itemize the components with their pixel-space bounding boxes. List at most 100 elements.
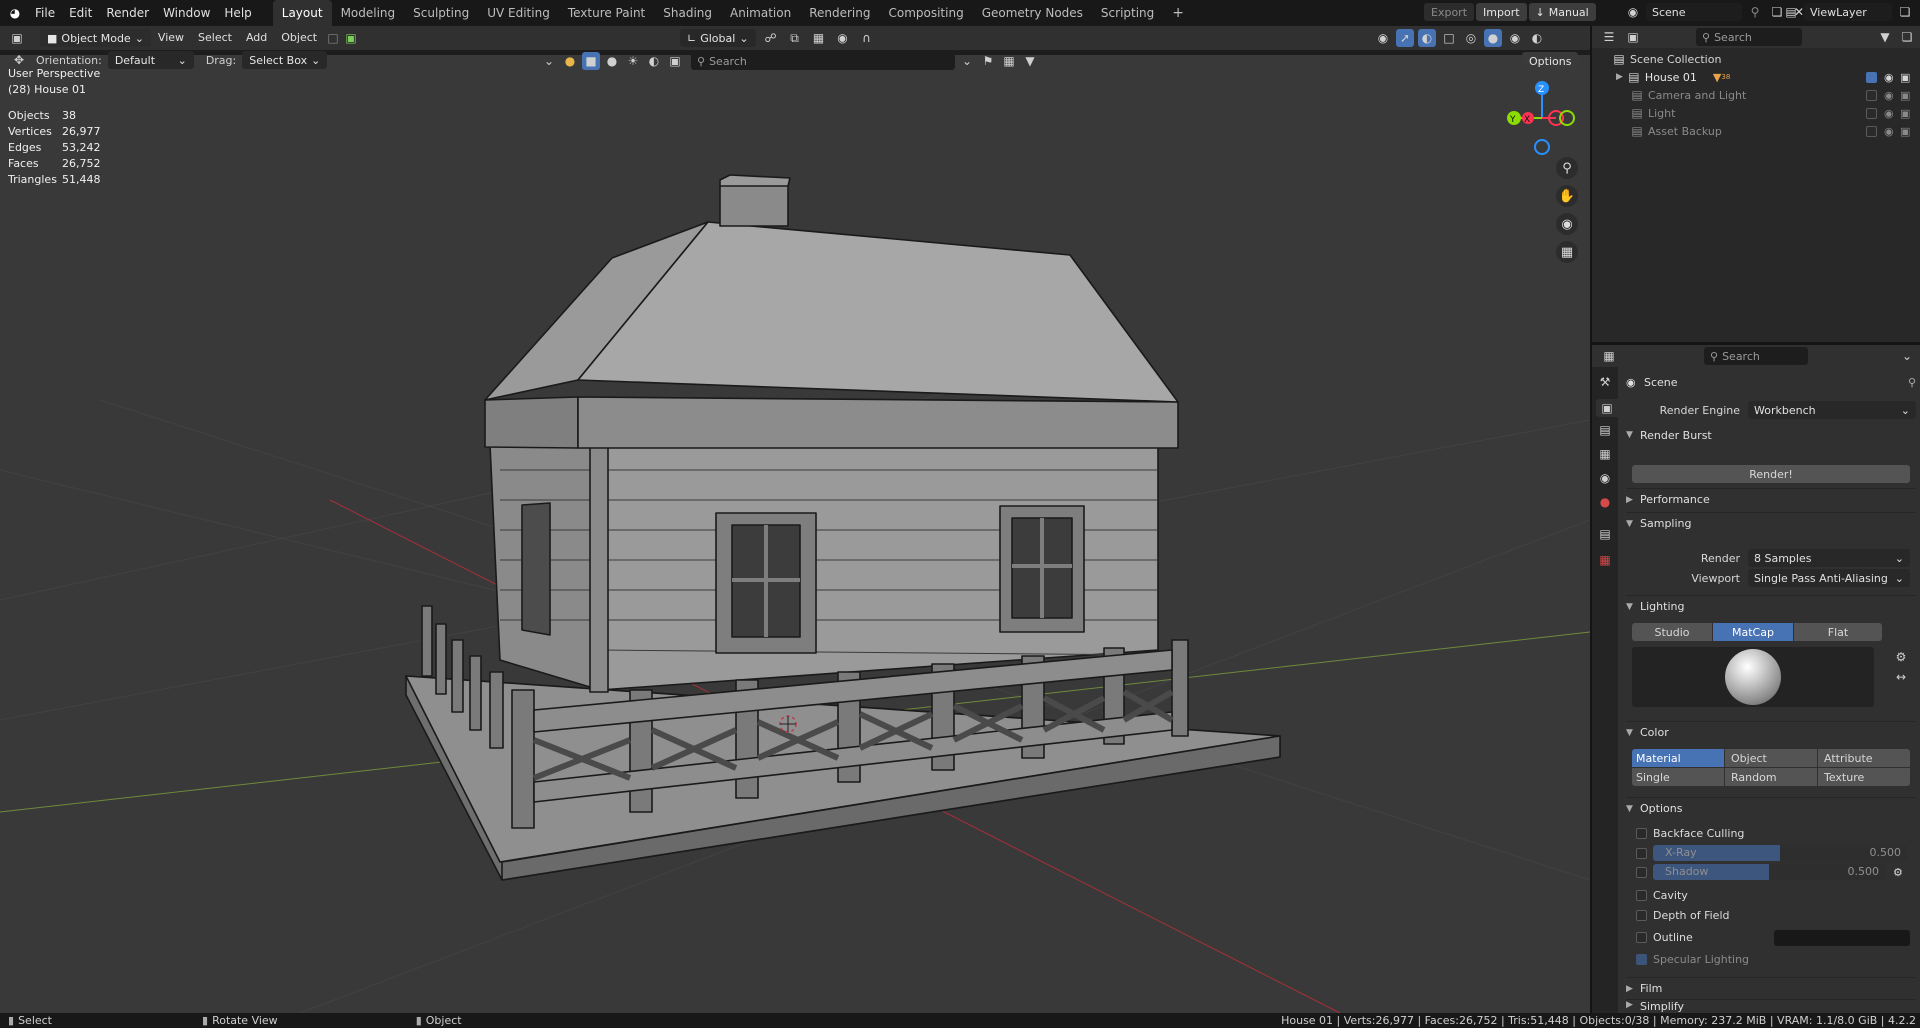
- sampling-render-dropdown[interactable]: 8 Samples ⌄: [1748, 549, 1910, 567]
- tab-sculpting[interactable]: Sculpting: [404, 0, 478, 26]
- falloff-icon[interactable]: ∩: [858, 29, 876, 47]
- overlay-icon[interactable]: ◐: [1418, 29, 1436, 47]
- eye-icon[interactable]: ◉: [1884, 125, 1894, 138]
- move-tool-icon[interactable]: ✥: [10, 51, 28, 69]
- scene-tab-icon[interactable]: ◉: [1596, 469, 1614, 487]
- pivot-icon[interactable]: ☍: [762, 29, 780, 47]
- menu-add[interactable]: Add: [239, 25, 274, 51]
- shadow-checkbox[interactable]: [1636, 866, 1647, 878]
- rendered-shading-icon[interactable]: ◐: [1528, 29, 1546, 47]
- sphere-filter-icon[interactable]: ●: [603, 52, 621, 70]
- camera-icon[interactable]: ▣: [1900, 125, 1910, 138]
- tab-texture-paint[interactable]: Texture Paint: [559, 0, 654, 26]
- color-object-button[interactable]: Object: [1725, 749, 1817, 767]
- specular-checkbox[interactable]: [1636, 953, 1647, 965]
- eye-icon[interactable]: ◉: [1884, 71, 1894, 84]
- bookmark-icon[interactable]: ⚑: [979, 52, 997, 70]
- lighting-flat-button[interactable]: Flat: [1794, 623, 1882, 641]
- depth-of-field-option[interactable]: Depth of Field: [1636, 906, 1730, 924]
- snap-mode-icon[interactable]: ▣: [342, 29, 360, 47]
- chevron-down-icon[interactable]: ⌄: [958, 52, 976, 70]
- solid-shading-icon[interactable]: ●: [1484, 29, 1502, 47]
- camera-icon[interactable]: ▣: [1900, 107, 1910, 120]
- add-workspace-button[interactable]: +: [1163, 0, 1193, 26]
- grid-view-icon[interactable]: ▦: [1556, 241, 1578, 263]
- color-random-button[interactable]: Random: [1725, 768, 1817, 786]
- tab-scripting[interactable]: Scripting: [1092, 0, 1163, 26]
- selection-mode-icon[interactable]: □: [324, 29, 342, 47]
- shadow-slider[interactable]: Shadow 0.500: [1653, 864, 1885, 880]
- outliner-row-light[interactable]: ▤ Light ◉ ▣: [1592, 104, 1920, 122]
- outliner-row-asset-backup[interactable]: ▤ Asset Backup ◉ ▣: [1592, 122, 1920, 140]
- menu-object[interactable]: Object: [274, 25, 324, 51]
- panel-color[interactable]: ▼ Color: [1626, 721, 1916, 743]
- scene-collection-row[interactable]: ▤ Scene Collection: [1592, 50, 1920, 68]
- collection-tab-icon[interactable]: ▤: [1596, 525, 1614, 543]
- backface-culling-option[interactable]: Backface Culling: [1636, 824, 1744, 842]
- color-attribute-button[interactable]: Attribute: [1818, 749, 1910, 767]
- depth-of-field-checkbox[interactable]: [1636, 909, 1647, 921]
- outliner-row-camera-light[interactable]: ▤ Camera and Light ◉ ▣: [1592, 86, 1920, 104]
- outliner-row-house[interactable]: ▶ ▤ House 01 ▼ 38 ◉ ▣: [1592, 68, 1920, 86]
- zoom-icon[interactable]: ⚲: [1556, 157, 1578, 179]
- exclude-checkbox[interactable]: [1866, 71, 1877, 83]
- layout-icon[interactable]: ▦: [1000, 52, 1018, 70]
- exclude-checkbox[interactable]: [1866, 125, 1877, 137]
- drag-dropdown[interactable]: Select Box ⌄: [242, 51, 328, 69]
- tab-layout[interactable]: Layout: [272, 0, 332, 26]
- tab-animation[interactable]: Animation: [721, 0, 800, 26]
- tab-geometry-nodes[interactable]: Geometry Nodes: [973, 0, 1092, 26]
- sampling-viewport-dropdown[interactable]: Single Pass Anti-Aliasing ⌄: [1748, 569, 1910, 587]
- lighting-matcap-button[interactable]: MatCap: [1713, 623, 1793, 641]
- chevron-down-icon[interactable]: ⌄: [1898, 347, 1916, 365]
- gizmo-icon[interactable]: ➚: [1396, 29, 1414, 47]
- material-shading-icon[interactable]: ◉: [1506, 29, 1524, 47]
- exclude-checkbox[interactable]: [1866, 107, 1877, 119]
- 3d-viewport[interactable]: Z Y X User Perspective (28) House 01 Obj…: [0, 55, 1590, 1013]
- import-button[interactable]: Import: [1476, 3, 1527, 21]
- shadow-option[interactable]: Shadow 0.500 ⚙: [1636, 863, 1916, 881]
- backface-culling-checkbox[interactable]: [1636, 827, 1647, 839]
- viewport-search-input[interactable]: ⚲ Search: [691, 52, 955, 70]
- outline-checkbox[interactable]: [1636, 931, 1647, 943]
- panel-simplify[interactable]: ▶ Simplify: [1626, 999, 1916, 1013]
- tab-compositing[interactable]: Compositing: [879, 0, 972, 26]
- cavity-checkbox[interactable]: [1636, 889, 1647, 901]
- color-texture-button[interactable]: Texture: [1818, 768, 1910, 786]
- outliner-editor-icon[interactable]: ☰: [1600, 28, 1618, 46]
- view-layer-tab-icon[interactable]: ▦: [1596, 445, 1614, 463]
- menu-help[interactable]: Help: [217, 0, 258, 26]
- object-filter-icon[interactable]: ■: [582, 52, 600, 70]
- panel-render-burst[interactable]: ▼ Render Burst: [1626, 424, 1916, 446]
- render-tab-icon[interactable]: ▣: [1596, 399, 1618, 417]
- render-engine-dropdown[interactable]: Workbench ⌄: [1748, 401, 1916, 419]
- chevron-down-icon[interactable]: ⌄: [540, 52, 558, 70]
- export-button[interactable]: Export: [1424, 3, 1475, 21]
- outline-option[interactable]: Outline: [1636, 928, 1693, 946]
- gear-icon[interactable]: ⚙: [1892, 648, 1910, 666]
- wireframe-shading-icon[interactable]: ◎: [1462, 29, 1480, 47]
- world-tab-icon[interactable]: ●: [1596, 493, 1614, 511]
- panel-options[interactable]: ▼ Options: [1626, 797, 1916, 819]
- scene-name-field[interactable]: Scene: [1646, 3, 1742, 21]
- menu-render[interactable]: Render: [99, 0, 156, 26]
- tab-rendering[interactable]: Rendering: [800, 0, 879, 26]
- transform-orientation-dropdown[interactable]: ∟ Global ⌄: [680, 29, 756, 47]
- filter-icon[interactable]: ▼: [1876, 28, 1894, 46]
- color-picker-icon[interactable]: ●: [561, 52, 579, 70]
- properties-search-input[interactable]: ⚲ Search: [1704, 347, 1808, 365]
- tab-uv-editing[interactable]: UV Editing: [478, 0, 559, 26]
- tool-tab-icon[interactable]: ⚒: [1596, 373, 1614, 391]
- tab-modeling[interactable]: Modeling: [332, 0, 405, 26]
- eye-icon[interactable]: ◉: [1884, 89, 1894, 102]
- outliner-search-input[interactable]: ⚲ Search: [1696, 28, 1802, 46]
- camera-filter-icon[interactable]: ◐: [645, 52, 663, 70]
- options-dropdown[interactable]: Options: [1522, 52, 1579, 70]
- view-layer-selector[interactable]: ▤ ViewLayer ❏ ✕: [1782, 3, 1920, 21]
- panel-film[interactable]: ▶ Film: [1626, 977, 1916, 999]
- view-layer-field[interactable]: ViewLayer: [1804, 3, 1892, 21]
- panel-performance[interactable]: ▶ Performance: [1626, 488, 1916, 510]
- color-single-button[interactable]: Single: [1632, 768, 1724, 786]
- new-collection-icon[interactable]: ❏: [1898, 28, 1916, 46]
- xray-icon[interactable]: □: [1440, 29, 1458, 47]
